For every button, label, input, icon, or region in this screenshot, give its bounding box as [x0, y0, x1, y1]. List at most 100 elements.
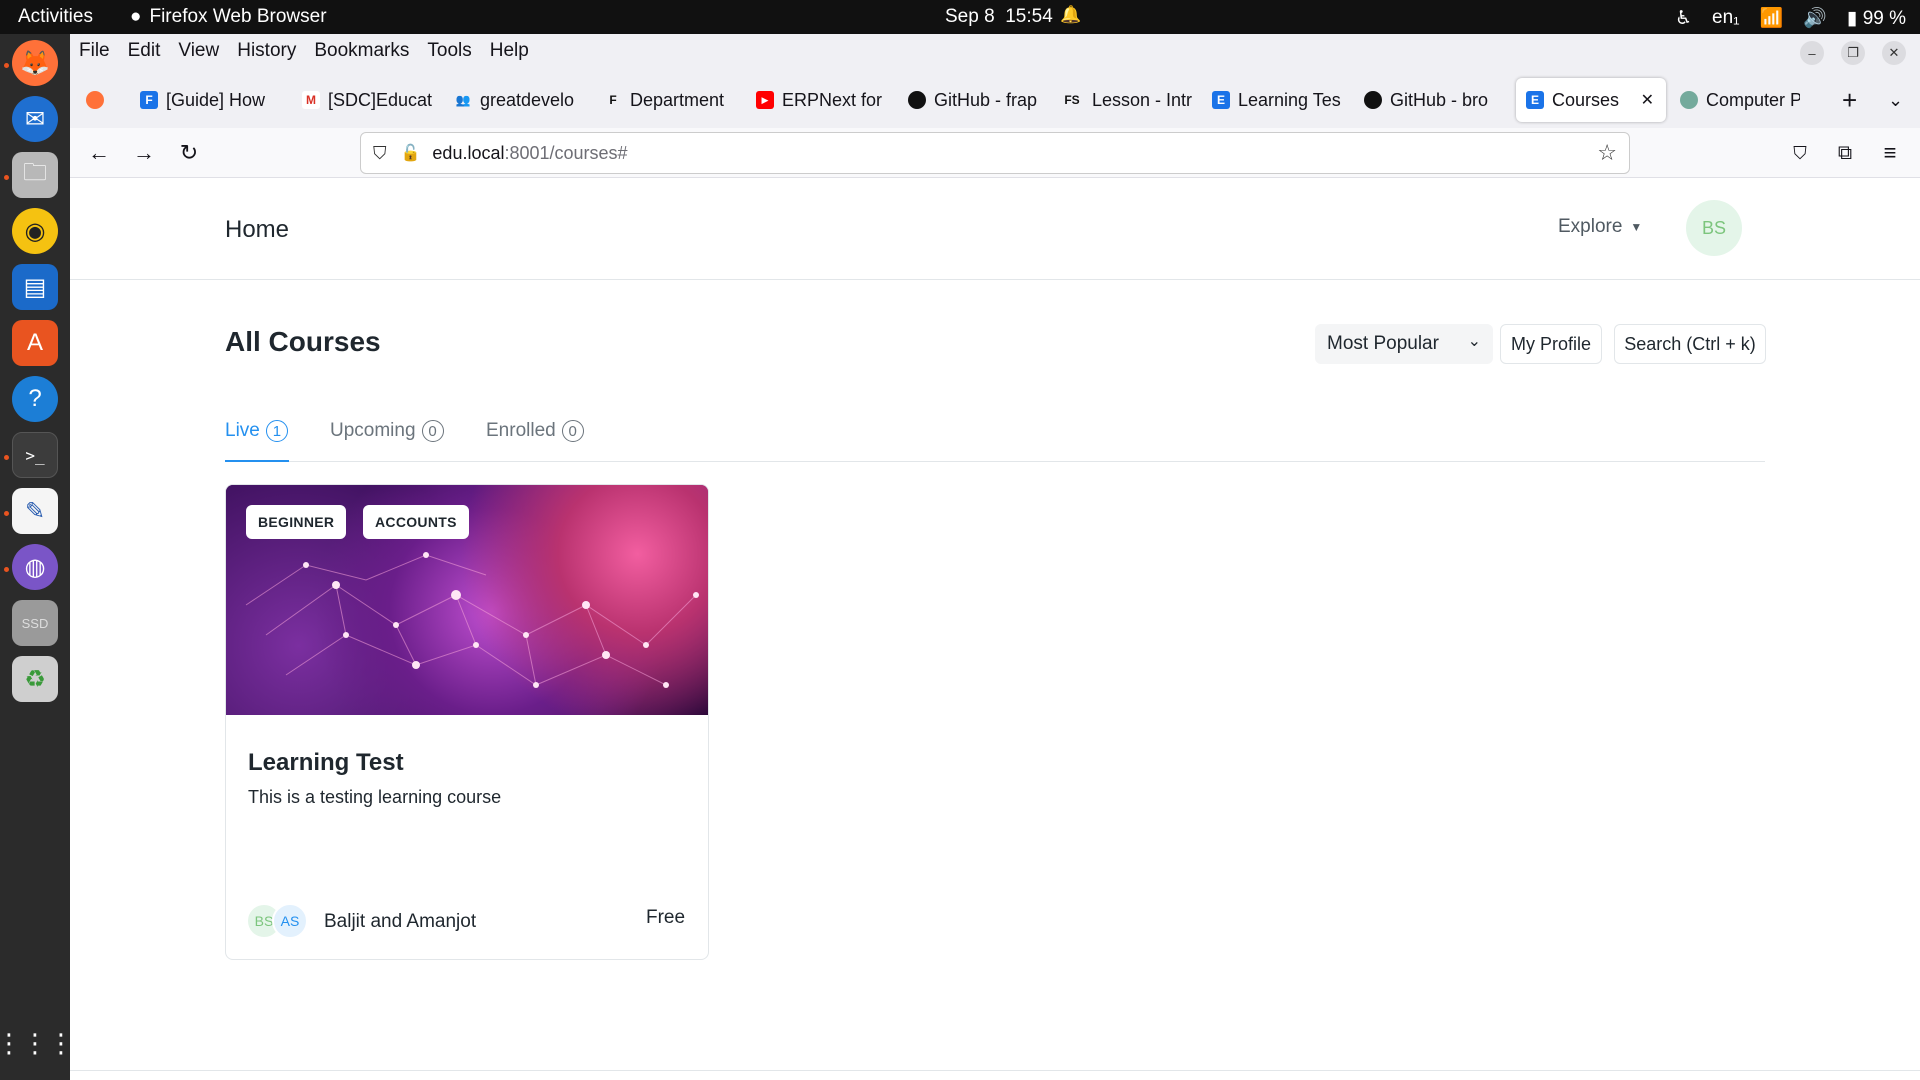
extensions-button[interactable]: ⧉ [1830, 138, 1860, 168]
tab-erpnext[interactable]: ▶ ERPNext for [746, 82, 896, 118]
url-path: :8001/courses# [504, 142, 628, 163]
pocket-button[interactable]: ⛉ [1785, 138, 1815, 168]
close-window-button[interactable]: ✕ [1882, 41, 1906, 65]
text-editor-icon[interactable]: ✎ [12, 488, 58, 534]
dock: 🦊 ✉ 🗀 ◉ ▤ A ? >_ ✎ ◍ SSD ♻ ⋮⋮⋮ [0, 34, 74, 1080]
tab-courses[interactable]: E Courses ✕ [1516, 78, 1666, 122]
menu-edit[interactable]: Edit [119, 40, 170, 62]
help-icon[interactable]: ? [12, 376, 58, 422]
clock-time: 15:54 [1005, 6, 1053, 27]
minimize-button[interactable]: – [1800, 41, 1824, 65]
running-indicator [4, 175, 9, 180]
instructor-avatar: AS [272, 903, 308, 939]
tracking-shield-icon[interactable]: ⛉ [373, 143, 387, 164]
restore-button[interactable]: ❐ [1841, 41, 1865, 65]
firefox-view-button[interactable] [76, 82, 116, 118]
trash-icon[interactable]: ♻ [12, 656, 58, 702]
rhythmbox-icon[interactable]: ◉ [12, 208, 58, 254]
ssd-drive-icon[interactable]: SSD [12, 600, 58, 646]
menu-help[interactable]: Help [481, 40, 538, 62]
tab-live[interactable]: Live 1 [225, 418, 289, 462]
firefox-view-icon [86, 91, 104, 109]
tab-label: Lesson - Intr [1092, 89, 1193, 110]
accessibility-icon[interactable]: ♿ [1675, 7, 1692, 30]
arrow-right-icon: → [133, 140, 155, 165]
back-button[interactable]: ← [84, 138, 114, 168]
tab-github-bro[interactable]: GitHub - bro [1354, 82, 1504, 118]
explore-label: Explore [1558, 216, 1623, 237]
firefox-icon[interactable]: 🦊 [12, 40, 58, 86]
menu-view[interactable]: View [169, 40, 228, 62]
tab-department[interactable]: F Department [594, 82, 744, 118]
activities-button[interactable]: Activities [18, 6, 93, 28]
tab-label: GitHub - bro [1390, 89, 1489, 110]
clock[interactable]: Sep 8 15:54 [945, 6, 1053, 28]
thunderbird-icon[interactable]: ✉ [12, 96, 58, 142]
files-icon[interactable]: 🗀 [12, 152, 58, 198]
address-bar[interactable]: ⛉ 🔓 edu.local:8001/courses# ☆ [360, 132, 1630, 174]
lms-icon: E [1526, 91, 1544, 109]
user-avatar[interactable]: BS [1686, 200, 1742, 256]
system-tray[interactable]: ♿ en₁ 📶 🔊 ▮ 99 % [1675, 6, 1906, 30]
url-host: edu.local [432, 142, 505, 163]
app-menu-button[interactable]: ≡ [1875, 138, 1905, 168]
running-indicator [4, 567, 9, 572]
chatgpt-icon [1680, 91, 1698, 109]
explore-dropdown[interactable]: Explore ▼ [1558, 216, 1642, 238]
tab-label: [Guide] How [166, 89, 266, 110]
tab-computer[interactable]: Computer P [1670, 82, 1800, 118]
puzzle-icon: ⧉ [1837, 141, 1853, 164]
menu-file[interactable]: File [70, 40, 119, 62]
menu-bookmarks[interactable]: Bookmarks [305, 40, 418, 62]
my-profile-button[interactable]: My Profile [1500, 324, 1602, 364]
show-apps-icon[interactable]: ⋮⋮⋮ [0, 1020, 74, 1066]
sort-select[interactable]: Most Popular ⌄ [1315, 324, 1493, 364]
tab-label: Upcoming [330, 420, 416, 441]
people-icon: 👥 [455, 93, 471, 107]
youtube-icon: ▶ [756, 91, 774, 109]
list-all-tabs-button[interactable]: ⌄ [1878, 82, 1914, 118]
tab-greatdevelopers[interactable]: 👥 greatdevelo [444, 82, 592, 118]
tab-enrolled[interactable]: Enrolled 0 [486, 418, 584, 462]
active-app-name: Firefox Web Browser [149, 6, 327, 27]
github-icon [908, 91, 926, 109]
writer-icon[interactable]: ▤ [12, 264, 58, 310]
home-link[interactable]: Home [225, 216, 289, 244]
frappe-icon: F [609, 93, 617, 107]
new-tab-button[interactable]: + [1832, 82, 1868, 118]
battery-percent: 99 % [1862, 7, 1906, 29]
terminal-icon[interactable]: >_ [12, 432, 58, 478]
chevron-down-icon: ⌄ [1888, 89, 1904, 110]
site-header: Home Explore ▼ BS [70, 178, 1920, 280]
tab-upcoming[interactable]: Upcoming 0 [330, 418, 444, 462]
bookmark-star-icon[interactable]: ☆ [1597, 140, 1617, 166]
network-icon[interactable]: ◍ [12, 544, 58, 590]
level-tag: BEGINNER [246, 505, 347, 539]
notification-bell-icon[interactable]: 🔔 [1060, 5, 1081, 25]
system-top-bar: Activities ● Firefox Web Browser Sep 8 1… [0, 0, 1920, 34]
menu-history[interactable]: History [228, 40, 305, 62]
insecure-lock-icon[interactable]: 🔓 [401, 143, 421, 163]
tab-gmail[interactable]: M [SDC]Educat [292, 82, 442, 118]
search-button[interactable]: Search (Ctrl + k) [1614, 324, 1766, 364]
close-tab-icon[interactable]: ✕ [1641, 90, 1654, 110]
reload-button[interactable]: ↻ [174, 138, 204, 168]
app-center-icon[interactable]: A [12, 320, 58, 366]
url-text[interactable]: edu.local:8001/courses# [432, 143, 627, 164]
clock-date: Sep 8 [945, 6, 995, 27]
active-app-menu[interactable]: ● Firefox Web Browser [130, 6, 327, 28]
forward-button[interactable]: → [129, 138, 159, 168]
tab-lesson[interactable]: FS Lesson - Intr [1050, 82, 1200, 118]
menu-tools[interactable]: Tools [418, 40, 480, 62]
tab-learning-test[interactable]: E Learning Tes [1202, 82, 1352, 118]
tab-label: Department [630, 89, 725, 110]
running-indicator [4, 455, 9, 460]
tab-count-badge: 1 [265, 420, 288, 442]
tab-guide[interactable]: F [Guide] How [130, 82, 290, 118]
tab-label: Live [225, 420, 260, 441]
tab-label: Computer P [1706, 89, 1800, 110]
course-description: This is a testing learning course [248, 787, 502, 807]
tab-github-frappe[interactable]: GitHub - frap [898, 82, 1048, 118]
course-card[interactable]: BEGINNER ACCOUNTS Learning Test This is … [225, 484, 709, 960]
keyboard-layout[interactable]: en₁ [1712, 7, 1740, 29]
